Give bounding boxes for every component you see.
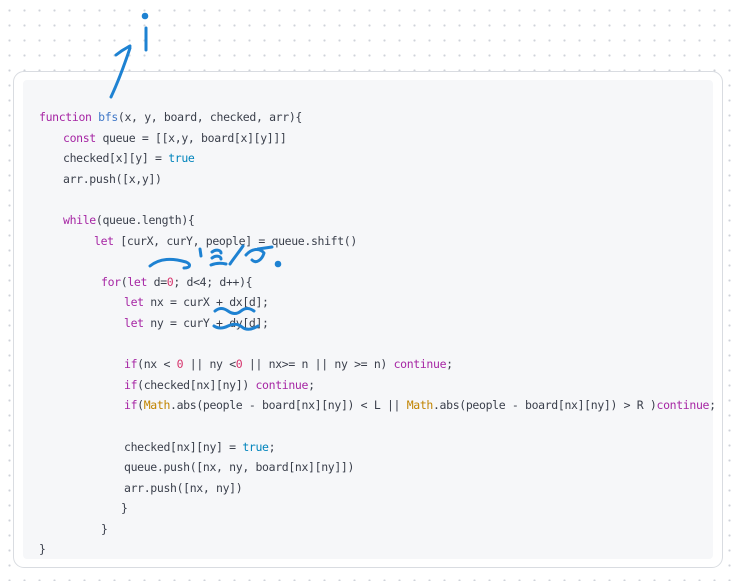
code-token: while <box>63 212 96 227</box>
code-token: if <box>124 398 138 413</box>
code-token: || ny < <box>183 357 236 372</box>
code-token: (nx < <box>137 357 177 372</box>
code-token: (queue.length){ <box>95 212 195 227</box>
code-token: checked[nx][ny] = <box>124 439 243 454</box>
code-token: || nx>= n || ny >= n) <box>242 357 394 372</box>
code-line: for(let d=0; d<4; d++){ <box>39 272 716 293</box>
code-line: arr.push([nx, ny]) <box>39 478 716 499</box>
code-token: ; <box>308 377 315 392</box>
code-line: queue.push([nx, ny, board[nx][ny]]) <box>39 457 716 478</box>
code-token: continue <box>255 377 309 392</box>
code-token: ny = curY + dy[d]; <box>143 315 269 330</box>
code-token: continue <box>393 357 447 372</box>
code-token: ; <box>268 439 276 454</box>
code-token: let <box>127 274 148 289</box>
code-line: const queue = [[x,y, board[x][y]]] <box>39 128 716 149</box>
code-token: let <box>124 295 144 310</box>
code-token: continue <box>656 398 710 413</box>
code-token: } <box>121 501 128 516</box>
code-token: if <box>124 377 138 392</box>
code-line: } <box>39 498 716 519</box>
code-line: let [curX, curY, people] = queue.shift() <box>39 231 716 252</box>
code-token: arr.push([nx, ny]) <box>124 480 243 495</box>
code-line: } <box>39 519 716 540</box>
code-line: while(queue.length){ <box>39 210 716 231</box>
code-lines: function bfs(x, y, board, checked, arr){… <box>39 107 716 560</box>
code-token: .abs(people - board[nx][ny]) < L || <box>170 398 407 413</box>
code-line: if(checked[nx][ny]) continue; <box>39 375 716 396</box>
code-token: bfs <box>98 110 118 124</box>
code-line: let ny = curY + dy[d]; <box>39 313 716 334</box>
code-token: const <box>63 130 96 145</box>
code-line: function bfs(x, y, board, checked, arr){ <box>39 107 716 128</box>
code-token: function <box>39 110 99 124</box>
code-token: [curX, curY, people] = queue.shift() <box>113 233 357 248</box>
code-line: if(nx < 0 || ny <0 || nx>= n || ny >= n)… <box>39 354 716 375</box>
code-line: checked[nx][ny] = true; <box>39 437 716 458</box>
code-token: ; d<4; d++){ <box>173 274 253 289</box>
code-token: arr.push([x,y]) <box>63 171 162 186</box>
code-token: } <box>39 542 46 557</box>
code-token: if <box>124 357 138 372</box>
code-token: d= <box>147 274 168 289</box>
code-token: (x, y, board, checked, arr){ <box>117 110 302 124</box>
code-token: true <box>242 439 269 454</box>
code-token: for <box>101 274 121 289</box>
code-token: queue.push([nx, ny, board[nx][ny]]) <box>124 460 355 475</box>
code-line: if(Math.abs(people - board[nx][ny]) < L … <box>39 395 716 416</box>
code-token: checked[x][y] = <box>63 151 169 166</box>
code-token: ; <box>709 398 716 413</box>
code-token: Math <box>406 398 434 413</box>
code-token: let <box>94 233 114 248</box>
code-line: arr.push([x,y]) <box>39 169 716 190</box>
code-token: queue = [[x,y, board[x][y]]] <box>95 130 287 145</box>
code-token: Math <box>143 398 171 413</box>
code-block-body: function bfs(x, y, board, checked, arr){… <box>23 80 716 560</box>
code-token: true <box>168 151 195 166</box>
code-token: let <box>124 315 144 330</box>
code-line: let nx = curX + dx[d]; <box>39 292 716 313</box>
code-line: } <box>39 539 716 560</box>
code-token: } <box>101 521 108 536</box>
code-token: nx = curX + dx[d]; <box>143 295 269 310</box>
code-token: ; <box>446 357 453 372</box>
code-block[interactable]: function bfs(x, y, board, checked, arr){… <box>13 71 723 568</box>
code-token: .abs(people - board[nx][ny]) > R ) <box>432 398 657 413</box>
code-token: ( <box>137 398 144 413</box>
code-token: (checked[nx][ny]) <box>137 377 256 392</box>
code-line: checked[x][y] = true <box>39 148 716 169</box>
